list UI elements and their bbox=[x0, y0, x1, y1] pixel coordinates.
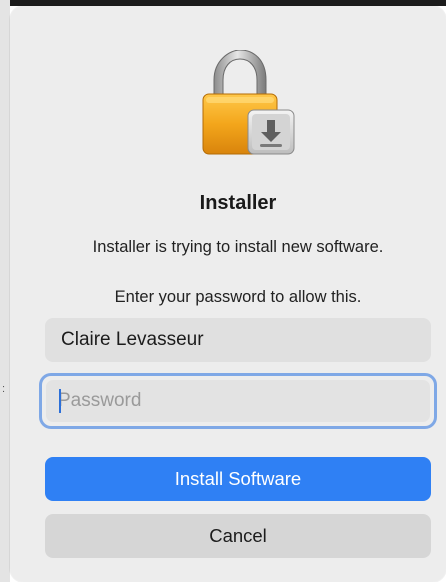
dialog-title: Installer bbox=[199, 192, 277, 214]
password-field[interactable] bbox=[46, 380, 430, 422]
dialog-prompt: Enter your password to allow this. bbox=[114, 288, 362, 306]
dialog-message: Installer is trying to install new softw… bbox=[92, 238, 384, 256]
cancel-button[interactable]: Cancel bbox=[45, 514, 431, 558]
install-software-button[interactable]: Install Software bbox=[45, 457, 431, 501]
left-edge bbox=[0, 0, 10, 582]
text-caret bbox=[59, 389, 61, 413]
background-mark: : bbox=[2, 383, 6, 395]
password-focus-ring bbox=[39, 373, 437, 429]
username-field[interactable] bbox=[45, 318, 431, 362]
lock-with-installer-icon bbox=[202, 50, 295, 155]
